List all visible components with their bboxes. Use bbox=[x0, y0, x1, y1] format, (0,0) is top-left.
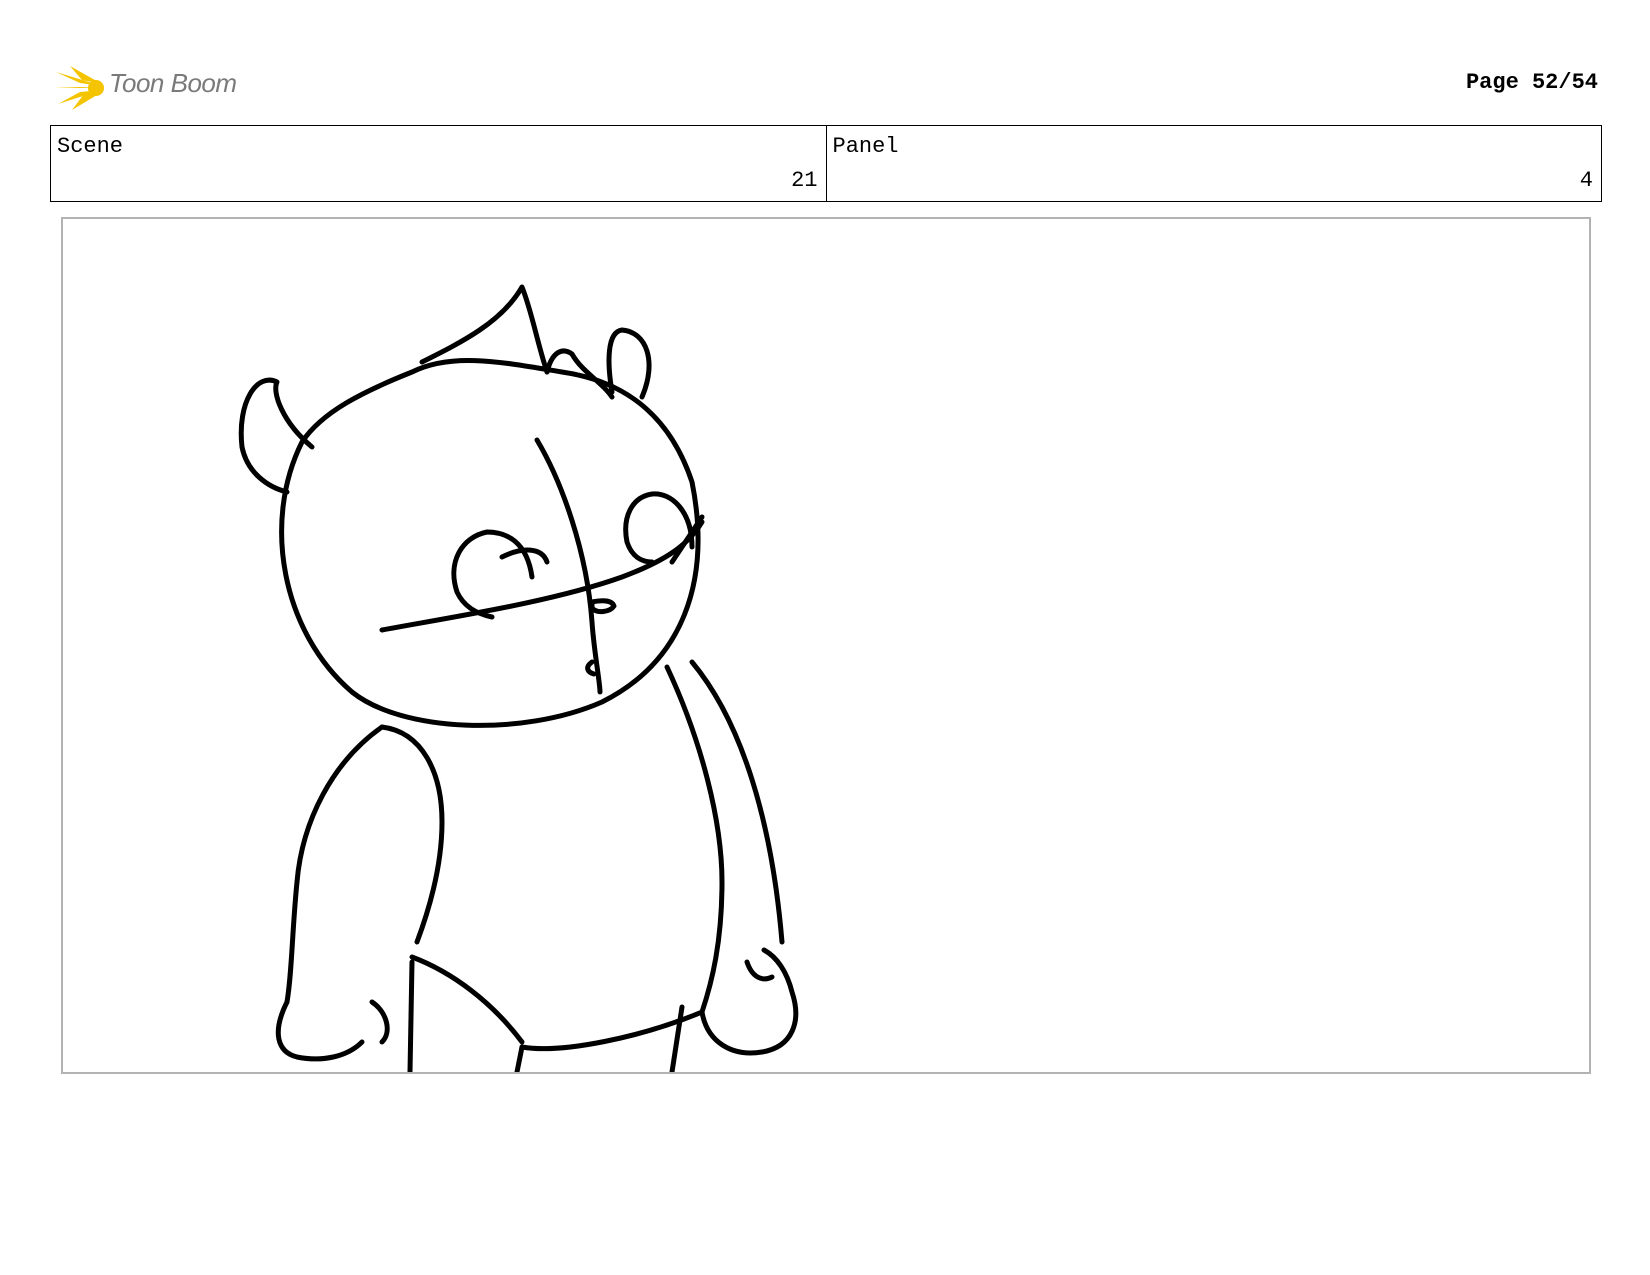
panel-label: Panel bbox=[832, 134, 899, 159]
scene-label: Scene bbox=[57, 134, 124, 159]
page-number: Page 52/54 bbox=[1465, 70, 1598, 95]
scene-cell: Scene 21 bbox=[51, 126, 826, 201]
toon-boom-logo: Toon Boom bbox=[52, 58, 262, 114]
character-sketch bbox=[238, 284, 799, 1072]
scene-value: 21 bbox=[791, 168, 818, 193]
toon-boom-burst-icon bbox=[54, 66, 104, 110]
storyboard-panel bbox=[61, 217, 1591, 1074]
panel-value: 4 bbox=[1579, 168, 1593, 193]
logo-text: Toon Boom bbox=[109, 68, 237, 98]
panel-cell: Panel 4 bbox=[825, 126, 1602, 201]
scene-panel-table: Scene 21 Panel 4 bbox=[50, 125, 1602, 202]
